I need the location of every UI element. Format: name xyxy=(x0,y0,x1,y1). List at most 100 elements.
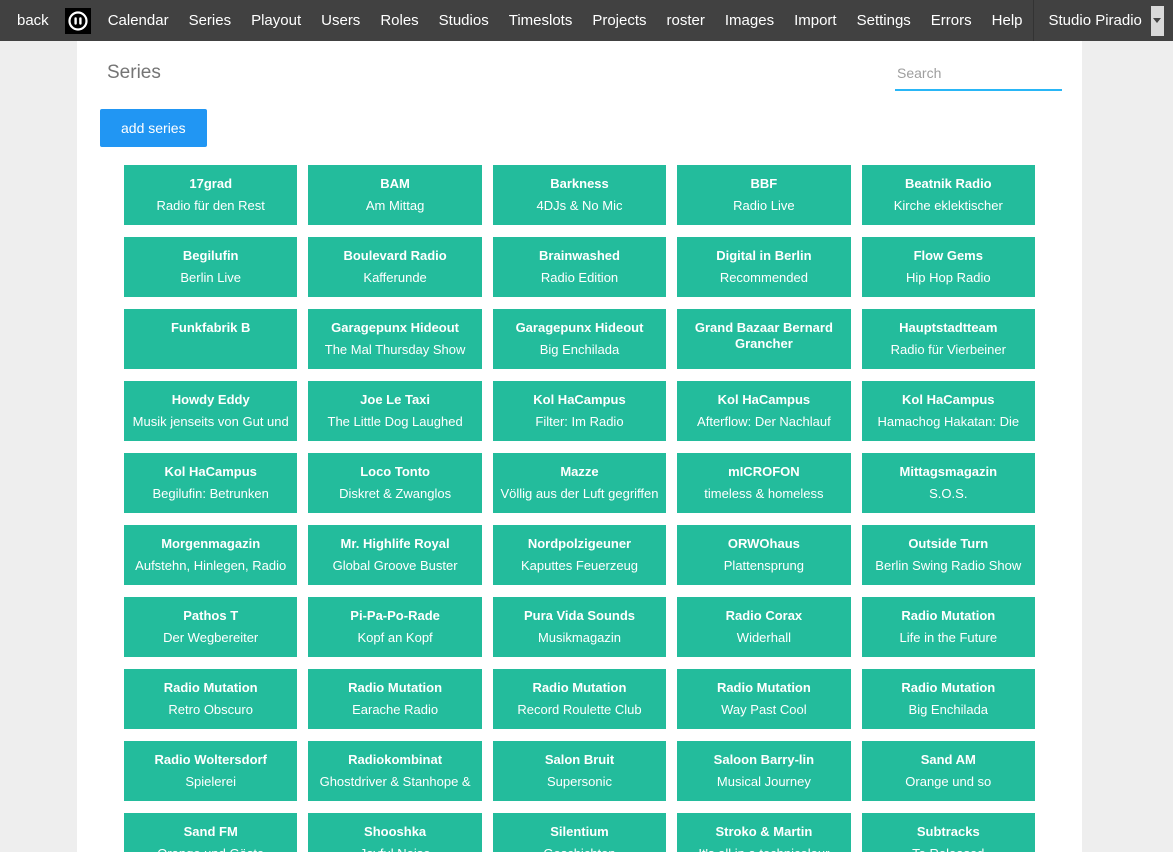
series-card-title: Pathos T xyxy=(129,608,292,624)
nav-item-roles[interactable]: Roles xyxy=(370,12,428,29)
series-card[interactable]: Sand AMOrange und so xyxy=(862,741,1035,801)
series-card[interactable]: Radio MutationRetro Obscuro xyxy=(124,669,297,729)
series-card-title: Grand Bazaar Bernard Grancher xyxy=(682,320,845,352)
series-card-subtitle: Geschichten xyxy=(498,846,661,852)
nav-item-projects[interactable]: Projects xyxy=(582,12,656,29)
series-card[interactable]: Grand Bazaar Bernard Grancher xyxy=(677,309,850,369)
series-card-title: Pi-Pa-Po-Rade xyxy=(313,608,476,624)
series-card-subtitle: 4DJs & No Mic xyxy=(498,198,661,213)
series-card[interactable]: Kol HaCampusBegilufin: Betrunken xyxy=(124,453,297,513)
series-card-title: Kol HaCampus xyxy=(129,464,292,480)
series-card[interactable]: NordpolzigeunerKaputtes Feuerzeug xyxy=(493,525,666,585)
nav-item-roster[interactable]: roster xyxy=(657,12,715,29)
series-card[interactable]: SilentiumGeschichten xyxy=(493,813,666,852)
series-card-subtitle: Global Groove Buster xyxy=(313,558,476,573)
series-card[interactable]: Mr. Highlife RoyalGlobal Groove Buster xyxy=(308,525,481,585)
series-card[interactable]: Beatnik RadioKirche eklektischer xyxy=(862,165,1035,225)
nav-item-timeslots[interactable]: Timeslots xyxy=(499,12,583,29)
nav-item-errors[interactable]: Errors xyxy=(921,12,982,29)
series-card[interactable]: Loco TontoDiskret & Zwanglos xyxy=(308,453,481,513)
series-card[interactable]: Pi-Pa-Po-RadeKopf an Kopf xyxy=(308,597,481,657)
nav-item-calendar[interactable]: Calendar xyxy=(98,12,179,29)
series-card[interactable]: Kol HaCampus Afterflow: Der Nachlauf xyxy=(677,381,850,441)
series-card[interactable]: mICROFONtimeless & homeless xyxy=(677,453,850,513)
nav-item-playout[interactable]: Playout xyxy=(241,12,311,29)
series-card[interactable]: Radio MutationWay Past Cool xyxy=(677,669,850,729)
series-card[interactable]: BBFRadio Live xyxy=(677,165,850,225)
series-card-subtitle: Afterflow: Der Nachlauf xyxy=(682,414,845,429)
series-card[interactable]: Garagepunx HideoutThe Mal Thursday Show xyxy=(308,309,481,369)
series-card-title: Subtracks xyxy=(867,824,1030,840)
series-card[interactable]: Radio MutationRecord Roulette Club xyxy=(493,669,666,729)
series-card-subtitle: Earache Radio xyxy=(313,702,476,717)
series-card[interactable]: Radio Woltersdorf Spielerei xyxy=(124,741,297,801)
series-card[interactable]: Barkness4DJs & No Mic xyxy=(493,165,666,225)
series-card-title: 17grad xyxy=(129,176,292,192)
series-card[interactable]: Boulevard RadioKafferunde xyxy=(308,237,481,297)
series-card[interactable]: Outside TurnBerlin Swing Radio Show xyxy=(862,525,1035,585)
series-card[interactable]: Howdy EddyMusik jenseits von Gut und xyxy=(124,381,297,441)
studio-select[interactable]: Studio Piradio xyxy=(1049,6,1164,36)
series-card[interactable]: Stroko & MartinIt's all in a technicolou… xyxy=(677,813,850,852)
series-card-subtitle: It's all in a technicolour xyxy=(682,846,845,852)
navbar-right-group: Studio Piradio Project 88vier Logout mil… xyxy=(1033,0,1173,41)
nav-item-series[interactable]: Series xyxy=(179,12,242,29)
nav-item-back[interactable]: back xyxy=(10,12,58,29)
series-card[interactable]: 17gradRadio für den Rest xyxy=(124,165,297,225)
series-card[interactable]: BegilufinBerlin Live xyxy=(124,237,297,297)
series-card-title: Flow Gems xyxy=(867,248,1030,264)
piradio-logo-icon[interactable] xyxy=(65,8,91,34)
series-card[interactable]: Joe Le TaxiThe Little Dog Laughed xyxy=(308,381,481,441)
series-card[interactable]: Pathos TDer Wegbereiter xyxy=(124,597,297,657)
nav-item-images[interactable]: Images xyxy=(715,12,784,29)
series-card[interactable]: BrainwashedRadio Edition xyxy=(493,237,666,297)
series-card-title: Mazze xyxy=(498,464,661,480)
series-card[interactable]: Saloon Barry-linMusical Journey xyxy=(677,741,850,801)
series-card-subtitle: Filter: Im Radio xyxy=(498,414,661,429)
series-card[interactable]: RadiokombinatGhostdriver & Stanhope & xyxy=(308,741,481,801)
series-card[interactable]: BAMAm Mittag xyxy=(308,165,481,225)
series-card-title: BBF xyxy=(682,176,845,192)
series-card[interactable]: Sand FMOrange und Gäste xyxy=(124,813,297,852)
series-card[interactable]: Pura Vida SoundsMusikmagazin xyxy=(493,597,666,657)
series-card[interactable]: Kol HaCampusFilter: Im Radio xyxy=(493,381,666,441)
series-card[interactable]: Flow GemsHip Hop Radio xyxy=(862,237,1035,297)
nav-item-import[interactable]: Import xyxy=(784,12,847,29)
series-card-title: Outside Turn xyxy=(867,536,1030,552)
series-card-subtitle: Kafferunde xyxy=(313,270,476,285)
series-card[interactable]: Funkfabrik B xyxy=(124,309,297,369)
series-card[interactable]: MorgenmagazinAufstehn, Hinlegen, Radio xyxy=(124,525,297,585)
series-card-subtitle: Völlig aus der Luft gegriffen xyxy=(498,486,661,501)
nav-item-settings[interactable]: Settings xyxy=(847,12,921,29)
series-card-title: Radiokombinat xyxy=(313,752,476,768)
add-series-button[interactable]: add series xyxy=(100,109,207,147)
series-card[interactable]: MittagsmagazinS.O.S. xyxy=(862,453,1035,513)
search-input[interactable] xyxy=(895,59,1062,91)
series-card-subtitle: Spielerei xyxy=(129,774,292,789)
series-card-title: Radio Woltersdorf xyxy=(129,752,292,768)
series-card[interactable]: Radio MutationEarache Radio xyxy=(308,669,481,729)
series-card[interactable]: ShooshkaJoyful Noise xyxy=(308,813,481,852)
series-card-subtitle: Joyful Noise xyxy=(313,846,476,852)
series-card-subtitle: Recommended xyxy=(682,270,845,285)
series-card[interactable]: Radio CoraxWiderhall xyxy=(677,597,850,657)
series-card[interactable]: Subtracks To Released xyxy=(862,813,1035,852)
series-card[interactable]: Kol HaCampusHamachog Hakatan: Die xyxy=(862,381,1035,441)
series-card-title: Kol HaCampus xyxy=(682,392,845,408)
series-card-title: Nordpolzigeuner xyxy=(498,536,661,552)
series-card[interactable]: Digital in BerlinRecommended xyxy=(677,237,850,297)
series-card[interactable]: Salon BruitSupersonic xyxy=(493,741,666,801)
series-card[interactable]: Garagepunx HideoutBig Enchilada xyxy=(493,309,666,369)
nav-item-users[interactable]: Users xyxy=(311,12,370,29)
chevron-down-icon[interactable] xyxy=(1151,6,1164,36)
nav-item-help[interactable]: Help xyxy=(982,12,1033,29)
series-card-title: Salon Bruit xyxy=(498,752,661,768)
series-card[interactable]: Radio MutationBig Enchilada xyxy=(862,669,1035,729)
series-card[interactable]: Radio MutationLife in the Future xyxy=(862,597,1035,657)
series-card[interactable]: HauptstadtteamRadio für Vierbeiner xyxy=(862,309,1035,369)
series-card-subtitle: Radio Edition xyxy=(498,270,661,285)
series-card-subtitle: To Released xyxy=(867,846,1030,852)
series-card[interactable]: ORWOhausPlattensprung xyxy=(677,525,850,585)
series-card[interactable]: Mazze Völlig aus der Luft gegriffen xyxy=(493,453,666,513)
nav-item-studios[interactable]: Studios xyxy=(429,12,499,29)
